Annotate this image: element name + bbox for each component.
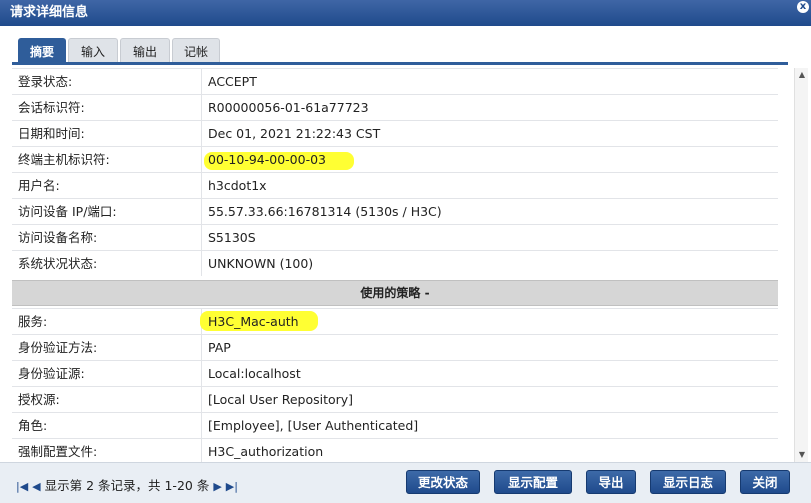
row-value: [Employee], [User Authenticated] bbox=[208, 418, 419, 433]
policy-section-header[interactable]: 使用的策略 - bbox=[12, 280, 778, 306]
tab-output[interactable]: 输出 bbox=[120, 38, 170, 64]
tab-input[interactable]: 输入 bbox=[68, 38, 118, 64]
vertical-scrollbar[interactable]: ▲ ▼ bbox=[794, 68, 808, 462]
export-button[interactable]: 导出 bbox=[586, 470, 636, 494]
row-auth-source: 身份验证源: Local:localhost bbox=[12, 360, 778, 386]
row-value: UNKNOWN (100) bbox=[208, 256, 314, 271]
last-page-icon[interactable]: ▶| bbox=[226, 480, 238, 493]
tab-accounting[interactable]: 记帐 bbox=[172, 38, 220, 64]
row-username: 用户名: h3cdot1x bbox=[12, 172, 778, 198]
row-label: 登录状态: bbox=[12, 69, 202, 94]
row-value: Local:localhost bbox=[208, 366, 301, 381]
row-value: Dec 01, 2021 21:22:43 CST bbox=[208, 126, 381, 141]
row-value: PAP bbox=[208, 340, 231, 355]
row-label: 身份验证方法: bbox=[12, 335, 202, 360]
row-value: H3C_authorization bbox=[208, 444, 324, 459]
prev-page-icon[interactable]: ◀ bbox=[32, 480, 40, 493]
row-value: R00000056-01-61a77723 bbox=[208, 100, 369, 115]
row-label: 访问设备 IP/端口: bbox=[12, 199, 202, 224]
row-value: h3cdot1x bbox=[208, 178, 267, 193]
row-health-status: 系统状况状态: UNKNOWN (100) bbox=[12, 250, 778, 276]
row-enforcement-profile: 强制配置文件: H3C_authorization bbox=[12, 438, 778, 462]
row-label: 系统状况状态: bbox=[12, 251, 202, 276]
row-value: ACCEPT bbox=[208, 74, 257, 89]
row-label: 访问设备名称: bbox=[12, 225, 202, 250]
row-label: 服务: bbox=[12, 309, 202, 334]
scroll-up-icon[interactable]: ▲ bbox=[797, 70, 807, 80]
row-label: 终端主机标识符: bbox=[12, 147, 202, 172]
row-label: 日期和时间: bbox=[12, 121, 202, 146]
row-nas-name: 访问设备名称: S5130S bbox=[12, 224, 778, 250]
tab-bar: 摘要 输入 输出 记帐 bbox=[0, 26, 811, 64]
details-panel: 登录状态: ACCEPT 会话标识符: R00000056-01-61a7772… bbox=[12, 68, 778, 462]
row-service: 服务: H3C_Mac-auth bbox=[12, 308, 778, 334]
tab-underline bbox=[12, 62, 788, 65]
row-value: 00-10-94-00-00-03 bbox=[208, 152, 326, 167]
row-value: [Local User Repository] bbox=[208, 392, 354, 407]
row-label: 身份验证源: bbox=[12, 361, 202, 386]
row-authorization-source: 授权源: [Local User Repository] bbox=[12, 386, 778, 412]
footer-bar: |◀ ◀ 显示第 2 条记录，共 1-20 条 ▶ ▶| 更改状态 显示配置 导… bbox=[0, 462, 811, 503]
row-label: 强制配置文件: bbox=[12, 439, 202, 462]
pager-text: 显示第 2 条记录，共 1-20 条 bbox=[44, 478, 210, 493]
close-icon[interactable]: x bbox=[797, 1, 809, 13]
row-label: 用户名: bbox=[12, 173, 202, 198]
row-value: 55.57.33.66:16781314 (5130s / H3C) bbox=[208, 204, 442, 219]
first-page-icon[interactable]: |◀ bbox=[16, 480, 28, 493]
row-nas-ip-port: 访问设备 IP/端口: 55.57.33.66:16781314 (5130s … bbox=[12, 198, 778, 224]
row-date-time: 日期和时间: Dec 01, 2021 21:22:43 CST bbox=[12, 120, 778, 146]
window-title: 请求详细信息 bbox=[10, 5, 89, 20]
row-roles: 角色: [Employee], [User Authenticated] bbox=[12, 412, 778, 438]
pager: |◀ ◀ 显示第 2 条记录，共 1-20 条 ▶ ▶| bbox=[16, 475, 238, 494]
change-status-button[interactable]: 更改状态 bbox=[406, 470, 480, 494]
scroll-down-icon[interactable]: ▼ bbox=[797, 450, 807, 460]
show-config-button[interactable]: 显示配置 bbox=[494, 470, 572, 494]
show-logs-button[interactable]: 显示日志 bbox=[650, 470, 726, 494]
row-auth-method: 身份验证方法: PAP bbox=[12, 334, 778, 360]
tab-summary[interactable]: 摘要 bbox=[18, 38, 66, 64]
row-label: 会话标识符: bbox=[12, 95, 202, 120]
row-login-status: 登录状态: ACCEPT bbox=[12, 68, 778, 94]
row-endpoint-id: 终端主机标识符: 00-10-94-00-00-03 bbox=[12, 146, 778, 172]
next-page-icon[interactable]: ▶ bbox=[213, 480, 221, 493]
row-label: 角色: bbox=[12, 413, 202, 438]
close-button[interactable]: 关闭 bbox=[740, 470, 790, 494]
window-titlebar: 请求详细信息 x bbox=[0, 0, 811, 26]
row-value: S5130S bbox=[208, 230, 256, 245]
row-label: 授权源: bbox=[12, 387, 202, 412]
row-session-id: 会话标识符: R00000056-01-61a77723 bbox=[12, 94, 778, 120]
row-value: H3C_Mac-auth bbox=[208, 314, 299, 329]
